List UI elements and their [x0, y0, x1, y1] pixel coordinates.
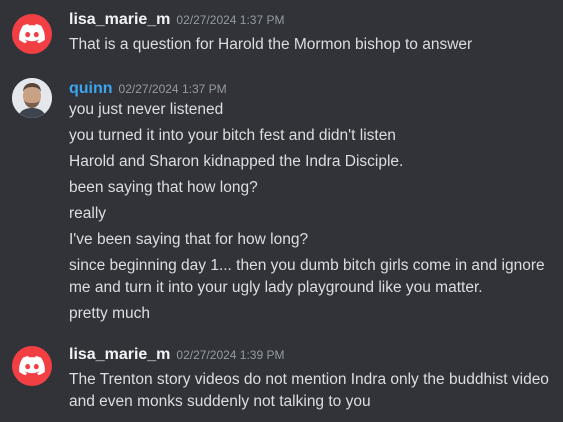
message-text: I've been saying that for how long? — [69, 231, 309, 248]
message-text: you turned it into your bitch fest and d… — [69, 127, 396, 144]
user-photo-icon — [12, 78, 52, 118]
avatar[interactable] — [12, 14, 52, 54]
message-header: lisa_marie_m 02/27/2024 1:37 PM — [69, 11, 285, 29]
timestamp[interactable]: 02/27/2024 1:39 PM — [176, 348, 284, 362]
message-text: Harold and Sharon kidnapped the Indra Di… — [69, 153, 404, 170]
message-text: That is a question for Harold the Mormon… — [69, 36, 473, 53]
username[interactable]: lisa_marie_m — [69, 11, 170, 28]
username[interactable]: lisa_marie_m — [69, 346, 170, 363]
message-text: you just never listened — [69, 101, 224, 118]
message-text: been saying that how long? — [69, 179, 258, 196]
timestamp[interactable]: 02/27/2024 1:37 PM — [176, 13, 284, 27]
message-text: The Trenton story videos do not mention … — [69, 371, 549, 388]
avatar[interactable] — [12, 346, 52, 386]
discord-logo-icon — [19, 24, 45, 44]
message-text: since beginning day 1... then you dumb b… — [69, 257, 545, 274]
message-header: lisa_marie_m 02/27/2024 1:39 PM — [69, 346, 285, 364]
timestamp[interactable]: 02/27/2024 1:37 PM — [119, 82, 227, 96]
message-text: pretty much — [69, 305, 150, 322]
discord-logo-icon — [19, 356, 45, 376]
username[interactable]: quinn — [69, 80, 113, 97]
message-text: and even monks suddenly not talking to y… — [69, 393, 371, 410]
message-text: me and turn it into your ugly lady playg… — [69, 279, 483, 296]
message-header: quinn 02/27/2024 1:37 PM — [69, 80, 227, 98]
message-text: really — [69, 205, 107, 222]
avatar[interactable] — [12, 78, 52, 118]
